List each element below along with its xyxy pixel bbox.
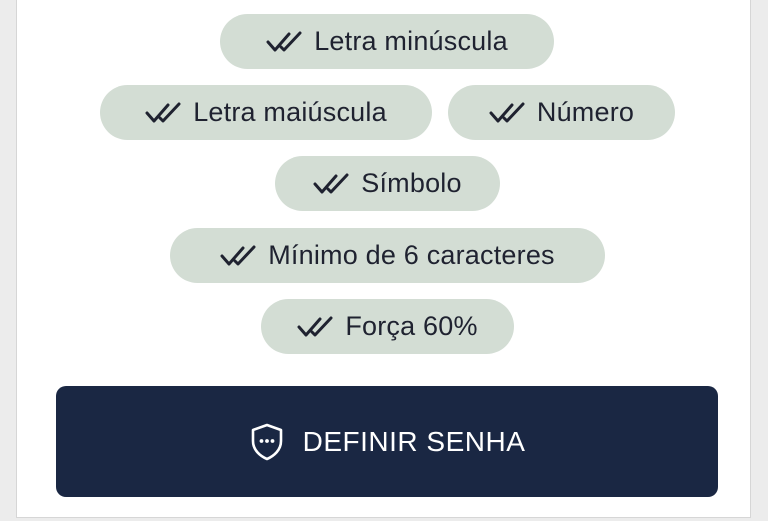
set-password-button[interactable]: DEFINIR SENHA bbox=[56, 386, 718, 497]
requirement-number: Número bbox=[448, 85, 675, 140]
requirement-label: Letra minúscula bbox=[314, 26, 508, 56]
double-check-icon bbox=[297, 316, 333, 336]
requirement-symbol: Símbolo bbox=[275, 156, 500, 211]
double-check-icon bbox=[220, 245, 256, 265]
double-check-icon bbox=[266, 31, 302, 51]
double-check-icon bbox=[313, 173, 349, 193]
requirement-lowercase: Letra minúscula bbox=[220, 14, 554, 69]
set-password-label: DEFINIR SENHA bbox=[302, 425, 526, 457]
double-check-icon bbox=[145, 102, 181, 122]
requirement-label: Símbolo bbox=[361, 168, 462, 198]
shield-icon bbox=[251, 423, 282, 460]
requirement-min-length: Mínimo de 6 caracteres bbox=[170, 228, 605, 283]
requirement-label: Letra maiúscula bbox=[193, 97, 387, 127]
requirement-uppercase: Letra maiúscula bbox=[100, 85, 432, 140]
requirement-label: Mínimo de 6 caracteres bbox=[268, 240, 555, 270]
requirement-label: Número bbox=[536, 97, 635, 127]
requirement-strength: Força 60% bbox=[261, 299, 514, 354]
requirement-label: Força 60% bbox=[345, 311, 478, 341]
double-check-icon bbox=[489, 102, 525, 122]
